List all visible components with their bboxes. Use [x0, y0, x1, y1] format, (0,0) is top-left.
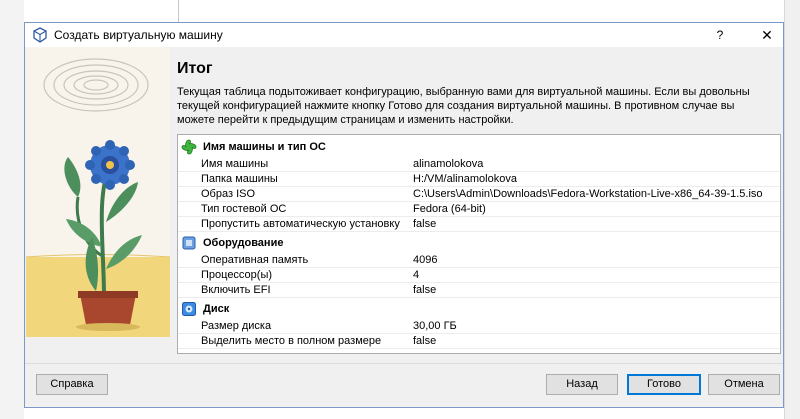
row-value: false	[413, 218, 437, 230]
backdrop-right	[784, 0, 800, 419]
table-row[interactable]: Тип гостевой ОС Fedora (64-bit)	[178, 202, 780, 217]
table-row[interactable]: Размер диска 30,00 ГБ	[178, 319, 780, 334]
help-title-button[interactable]: ?	[708, 25, 732, 45]
close-button[interactable]: ✕	[755, 25, 779, 45]
title-bar[interactable]: Создать виртуальную машину ? ✕	[25, 23, 783, 47]
wizard-illustration	[26, 47, 170, 337]
row-value: 30,00 ГБ	[413, 320, 457, 332]
table-row[interactable]: Образ ISO C:\Users\Admin\Downloads\Fedor…	[178, 187, 780, 202]
help-button[interactable]: Справка	[36, 374, 108, 395]
row-value: 4	[413, 269, 420, 281]
row-key: Включить EFI	[201, 284, 271, 296]
table-row[interactable]: Пропустить автоматическую установку fals…	[178, 217, 780, 232]
section-title: Диск	[203, 303, 230, 315]
row-value: C:\Users\Admin\Downloads\Fedora-Workstat…	[413, 188, 763, 200]
cancel-button[interactable]: Отмена	[708, 374, 780, 395]
table-row[interactable]: Оперативная память 4096	[178, 253, 780, 268]
disk-icon	[181, 301, 197, 317]
backdrop-left	[0, 0, 24, 419]
table-row[interactable]: Выделить место в полном размере false	[178, 334, 780, 349]
row-value: alinamolokova	[413, 158, 484, 170]
virtualbox-icon	[32, 27, 48, 43]
row-key: Процессор(ы)	[201, 269, 273, 281]
summary-table[interactable]: Имя машины и тип ОС Имя машины alinamolo…	[177, 134, 781, 354]
section-name-os[interactable]: Имя машины и тип ОС	[178, 138, 780, 156]
window-title: Создать виртуальную машину	[54, 28, 223, 42]
section-title: Оборудование	[203, 237, 284, 249]
row-key: Оперативная память	[201, 254, 309, 266]
row-value: false	[413, 335, 437, 347]
section-hardware[interactable]: Оборудование	[178, 234, 780, 252]
section-disk[interactable]: Диск	[178, 300, 780, 318]
table-row[interactable]: Папка машины H:/VM/alinamolokova	[178, 172, 780, 187]
row-key: Имя машины	[201, 158, 269, 170]
page-heading: Итог	[177, 60, 213, 77]
page-description: Текущая таблица подытоживает конфигураци…	[177, 86, 750, 126]
row-key: Папка машины	[201, 173, 278, 185]
table-row[interactable]: Включить EFI false	[178, 283, 780, 298]
row-key: Выделить место в полном размере	[201, 335, 382, 347]
row-key: Тип гостевой ОС	[201, 203, 287, 215]
row-value: Fedora (64-bit)	[413, 203, 486, 215]
row-key: Образ ISO	[201, 188, 256, 200]
row-key: Размер диска	[201, 320, 272, 332]
chip-icon	[181, 235, 197, 251]
green-puzzle-icon	[181, 139, 197, 155]
table-row[interactable]: Имя машины alinamolokova	[178, 157, 780, 172]
backdrop-divider	[178, 0, 179, 22]
finish-button[interactable]: Готово	[627, 374, 701, 395]
row-value: false	[413, 284, 437, 296]
button-divider	[25, 363, 783, 364]
row-key: Пропустить автоматическую установку	[201, 218, 400, 230]
table-row[interactable]: Процессор(ы) 4	[178, 268, 780, 283]
create-vm-dialog: Создать виртуальную машину ? ✕ Итог Теку…	[24, 22, 784, 408]
section-title: Имя машины и тип ОС	[203, 141, 326, 153]
back-button[interactable]: Назад	[546, 374, 618, 395]
row-value: 4096	[413, 254, 438, 266]
row-value: H:/VM/alinamolokova	[413, 173, 517, 185]
